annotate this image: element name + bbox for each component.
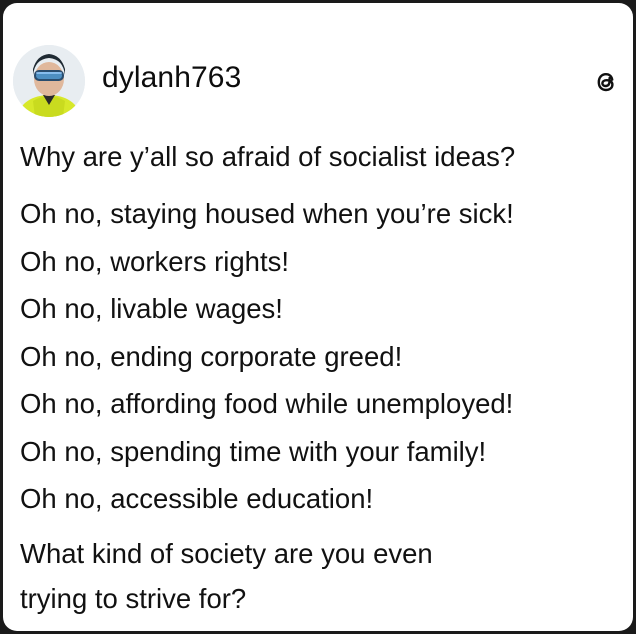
username[interactable]: dylanh763 xyxy=(102,61,241,95)
post-line: Oh no, accessible education! xyxy=(20,483,374,514)
post-body: Why are y’all so afraid of socialist ide… xyxy=(20,136,625,621)
post-line: Oh no, staying housed when you’re sick! xyxy=(20,198,514,229)
post-line: Oh no, workers rights! xyxy=(20,245,289,277)
post-closing-line-1: What kind of society are you even xyxy=(20,537,433,569)
post-card: dylanh763 Why are y’all so afraid of soc… xyxy=(3,3,633,631)
post-line: Oh no, ending corporate greed! xyxy=(20,340,403,372)
post-line: Oh no, spending time with your family! xyxy=(20,435,487,467)
post-closing-line-2: trying to strive for? xyxy=(20,582,247,614)
post-line: Oh no, affording food while unemployed! xyxy=(20,388,514,419)
avatar-skier-icon xyxy=(13,45,85,117)
post-question: Why are y’all so afraid of socialist ide… xyxy=(20,141,516,172)
post-closing: What kind of society are you even trying… xyxy=(20,531,625,621)
post-lines: Oh no, staying housed when you’re sick! … xyxy=(20,190,625,523)
avatar[interactable] xyxy=(13,45,85,117)
post-line: Oh no, livable wages! xyxy=(20,293,283,324)
post-header: dylanh763 xyxy=(3,3,633,123)
threads-logo-icon[interactable] xyxy=(591,67,621,97)
